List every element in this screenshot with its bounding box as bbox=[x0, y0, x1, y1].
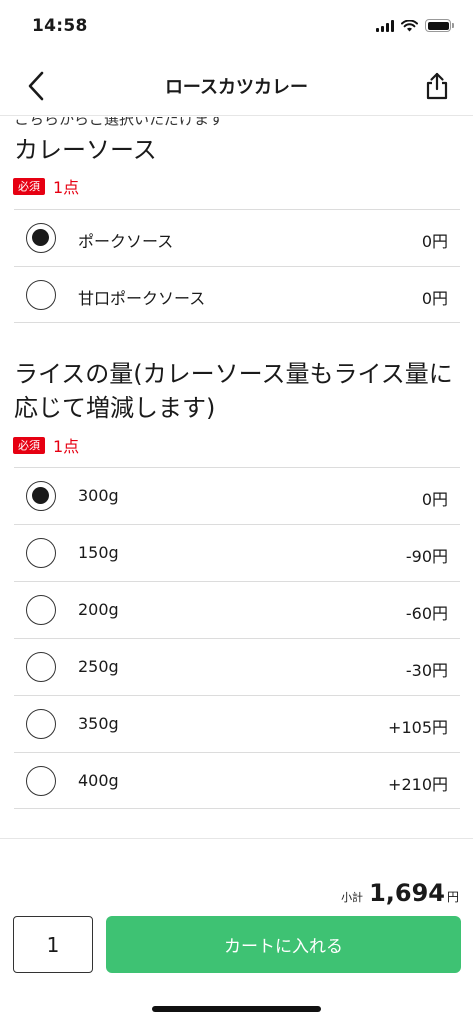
radio-button[interactable] bbox=[26, 280, 56, 310]
option-label: 200g bbox=[78, 600, 119, 619]
wifi-icon bbox=[401, 19, 418, 31]
option-label: 400g bbox=[78, 771, 119, 790]
battery-icon bbox=[425, 19, 454, 32]
quantity-selector[interactable]: 1 bbox=[13, 916, 93, 973]
subtotal-value: 1,694 bbox=[369, 879, 445, 907]
status-bar: 14:58 bbox=[0, 0, 473, 56]
nav-bar: ロースカツカレー bbox=[0, 56, 473, 116]
cart-footer: 小計 1,694 円 1 カートに入れる bbox=[0, 838, 473, 1024]
required-badge: 必須 bbox=[13, 177, 45, 195]
section-description: こちらからご選択いただけます bbox=[14, 117, 225, 128]
option-row[interactable]: 300g 0円 bbox=[14, 467, 460, 524]
option-row[interactable]: 甘口ポークソース 0円 bbox=[14, 266, 460, 323]
option-label: 350g bbox=[78, 714, 119, 733]
option-price: +210円 bbox=[388, 775, 448, 794]
share-button[interactable] bbox=[419, 68, 455, 104]
option-price: -60円 bbox=[405, 604, 448, 623]
subtotal: 小計 1,694 円 bbox=[341, 879, 459, 907]
option-label: 甘口ポークソース bbox=[78, 289, 206, 308]
page-title: ロースカツカレー bbox=[164, 77, 309, 98]
option-row[interactable]: ポークソース 0円 bbox=[14, 209, 460, 266]
option-label: 150g bbox=[78, 543, 119, 562]
required-badge: 必須 bbox=[13, 436, 45, 454]
home-indicator[interactable] bbox=[152, 1006, 321, 1012]
option-price: 0円 bbox=[421, 232, 448, 251]
section-title-curry-sauce: カレーソース bbox=[14, 136, 157, 164]
section-title-rice-amount: ライスの量(カレーソース量もライス量に応じて増減します) bbox=[14, 360, 453, 422]
share-icon bbox=[426, 72, 448, 100]
option-price: 0円 bbox=[421, 490, 448, 509]
option-row[interactable]: 250g -30円 bbox=[14, 638, 460, 695]
option-row[interactable]: 200g -60円 bbox=[14, 581, 460, 638]
radio-button[interactable] bbox=[26, 595, 56, 625]
option-price: -30円 bbox=[405, 661, 448, 680]
option-row[interactable]: 350g +105円 bbox=[14, 695, 460, 752]
radio-button[interactable] bbox=[26, 538, 56, 568]
curry-sauce-options: ポークソース 0円 甘口ポークソース 0円 bbox=[14, 209, 460, 323]
option-row[interactable]: 400g +210円 bbox=[14, 752, 460, 809]
subtotal-label: 小計 bbox=[341, 891, 364, 904]
option-price: +105円 bbox=[388, 718, 448, 737]
radio-button[interactable] bbox=[26, 709, 56, 739]
subtotal-unit: 円 bbox=[446, 890, 459, 904]
required-indicator: 必須 1点 bbox=[13, 174, 79, 198]
option-label: ポークソース bbox=[78, 232, 174, 251]
radio-button[interactable] bbox=[26, 652, 56, 682]
option-row[interactable]: 150g -90円 bbox=[14, 524, 460, 581]
option-label: 250g bbox=[78, 657, 119, 676]
rice-amount-options: 300g 0円 150g -90円 200g -60円 250g -30円 35… bbox=[14, 467, 460, 809]
required-count: 1点 bbox=[53, 178, 80, 197]
option-price: 0円 bbox=[421, 289, 448, 308]
status-time: 14:58 bbox=[32, 16, 88, 36]
option-price: -90円 bbox=[405, 547, 448, 566]
add-to-cart-button[interactable]: カートに入れる bbox=[106, 916, 461, 973]
cellular-signal-icon bbox=[376, 19, 394, 32]
options-scroll-area[interactable]: こちらからご選択いただけます カレーソース 必須 1点 ポークソース 0円 甘口… bbox=[0, 117, 473, 837]
status-icons bbox=[376, 19, 454, 32]
radio-button[interactable] bbox=[26, 766, 56, 796]
required-indicator: 必須 1点 bbox=[13, 433, 79, 457]
radio-button-selected[interactable] bbox=[26, 223, 56, 253]
option-label: 300g bbox=[78, 486, 119, 505]
required-count: 1点 bbox=[53, 437, 80, 456]
radio-button-selected[interactable] bbox=[26, 481, 56, 511]
